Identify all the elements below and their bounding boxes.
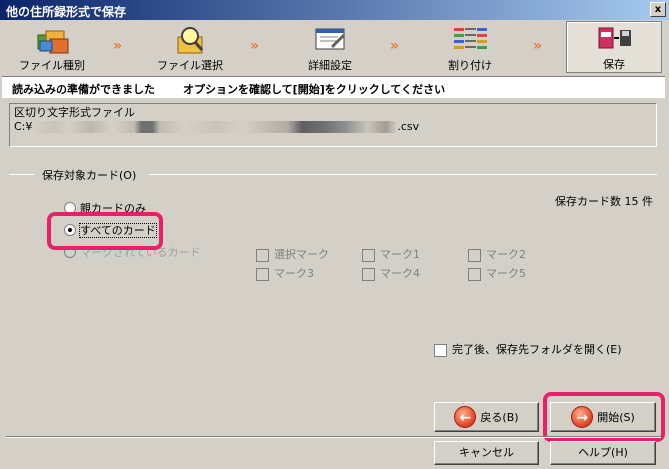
checkbox-label: マーク1 xyxy=(380,248,420,261)
step-save: 保存 xyxy=(566,21,662,73)
group-divider xyxy=(149,174,657,175)
step-label: ファイル選択 xyxy=(157,59,223,72)
wizard-steps: ファイル種別 » ファイル選択 » 詳細設定 » 割り付け » 保存 xyxy=(0,20,669,75)
step-arrow: » xyxy=(390,38,399,54)
highlight-annotation xyxy=(47,212,163,250)
back-button[interactable]: ← 戻る(B) xyxy=(434,402,539,432)
save-count: 保存カード数 15 件 xyxy=(555,195,653,208)
checkbox[interactable] xyxy=(256,267,269,281)
save-disk-icon xyxy=(598,27,631,49)
checkbox-label: マーク5 xyxy=(486,267,526,280)
file-type-label: 区切り文字形式ファイル xyxy=(14,106,135,119)
file-path-suffix: .csv xyxy=(397,120,420,133)
highlight-annotation xyxy=(543,392,665,442)
help-button[interactable]: ヘルプ(H) xyxy=(550,441,656,465)
checkbox-mark3[interactable]: マーク3 xyxy=(256,265,314,281)
checkbox[interactable] xyxy=(362,248,375,262)
checkbox[interactable] xyxy=(434,343,447,357)
mapping-arrows-icon xyxy=(454,28,487,49)
step-file-select: ファイル選択 xyxy=(145,23,235,73)
step-arrow: » xyxy=(113,38,122,54)
step-label: 保存 xyxy=(603,58,625,71)
checkbox[interactable] xyxy=(256,248,269,262)
step-arrow: » xyxy=(533,38,542,54)
checkbox-open-folder[interactable]: 完了後、保存先フォルダを開く(E) xyxy=(434,341,622,357)
magnifier-folder-icon xyxy=(177,27,204,54)
checkbox[interactable] xyxy=(362,267,375,281)
checkbox-label: マーク3 xyxy=(274,267,314,280)
ready-text: 読み込みの準備ができました xyxy=(12,83,155,96)
checkbox-label: マーク4 xyxy=(380,267,420,280)
close-button[interactable]: x xyxy=(650,2,666,17)
step-mapping: 割り付け xyxy=(425,23,515,73)
step-label: 詳細設定 xyxy=(308,59,352,72)
folders-icon xyxy=(37,30,69,54)
file-info-box: 区切り文字形式ファイル C:¥ .csv xyxy=(9,103,657,147)
settings-window-icon xyxy=(315,28,346,50)
checkbox-mark4[interactable]: マーク4 xyxy=(362,265,420,281)
back-arrow-icon: ← xyxy=(454,406,477,428)
checkbox-mark2[interactable]: マーク2 xyxy=(468,246,526,262)
checkbox-mark1[interactable]: マーク1 xyxy=(362,246,420,262)
checkbox-label: マーク2 xyxy=(486,248,526,261)
title-bar: 他の住所録形式で保存 x xyxy=(0,0,669,20)
checkbox[interactable] xyxy=(468,248,481,262)
instruction-text: オプションを確認して[開始]をクリックしてください xyxy=(183,83,446,96)
step-label: 割り付け xyxy=(448,59,492,72)
file-path-prefix: C:¥ xyxy=(14,120,33,133)
step-detail-settings: 詳細設定 xyxy=(285,23,375,73)
cancel-button[interactable]: キャンセル xyxy=(434,441,539,465)
file-path: C:¥ .csv xyxy=(14,120,652,134)
step-arrow: » xyxy=(250,38,259,54)
redacted-path xyxy=(32,121,398,133)
button-separator xyxy=(6,436,661,438)
status-message: 読み込みの準備ができました オプションを確認して[開始]をクリックしてください xyxy=(2,76,665,98)
checkbox-label: 選択マーク xyxy=(274,248,329,261)
group-divider xyxy=(9,174,34,175)
checkbox[interactable] xyxy=(468,267,481,281)
window-title: 他の住所録形式で保存 xyxy=(6,5,127,19)
checkbox-mark5[interactable]: マーク5 xyxy=(468,265,526,281)
back-button-label: 戻る(B) xyxy=(480,411,519,424)
step-label: ファイル種別 xyxy=(19,59,85,72)
checkbox-select-mark[interactable]: 選択マーク xyxy=(256,246,329,262)
target-group-label: 保存対象カード(O) xyxy=(42,169,137,182)
step-file-type: ファイル種別 xyxy=(7,23,97,73)
checkbox-label: 完了後、保存先フォルダを開く(E) xyxy=(452,343,622,356)
